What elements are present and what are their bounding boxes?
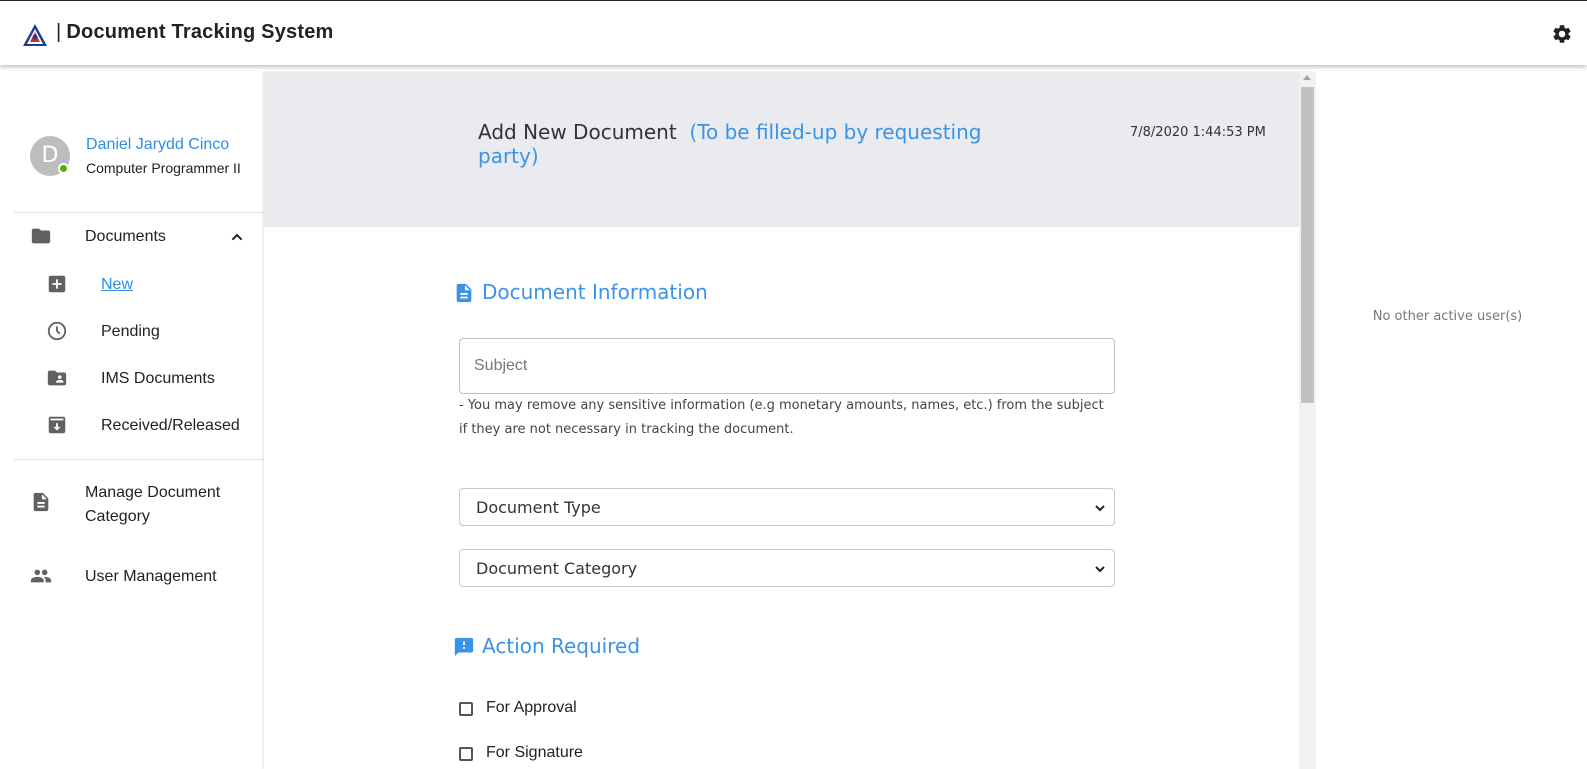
feedback-icon (454, 637, 474, 657)
add-box-icon (48, 275, 66, 293)
main-scrollbar[interactable] (1299, 72, 1316, 769)
page-title: Add New Document (To be filled-up by req… (478, 120, 1038, 168)
clock-icon (47, 321, 67, 341)
chevron-up-icon[interactable] (229, 229, 245, 245)
subject-input[interactable] (459, 338, 1115, 394)
sidebar-item-ims-documents[interactable]: IMS Documents (14, 356, 264, 400)
sidebar-item-manage-category[interactable]: Manage Document Category (14, 470, 264, 534)
document-category-value: Document Category (476, 559, 638, 578)
chevron-down-icon (1095, 505, 1105, 512)
page-header: Add New Document (To be filled-up by req… (264, 72, 1316, 227)
user-name[interactable]: Daniel Jarydd Cinco (86, 136, 229, 154)
folder-shared-icon (47, 370, 67, 386)
subject-hint: - You may remove any sensitive informati… (459, 398, 1104, 437)
sidebar-item-received-released[interactable]: Received/Released (14, 403, 264, 447)
sidebar-item-user-management[interactable]: User Management (14, 553, 264, 599)
sidebar-item-label: User Management (85, 568, 217, 585)
document-icon (33, 492, 49, 512)
top-app-bar: | Document Tracking System (0, 0, 1587, 65)
section-title-action-required: Action Required (482, 634, 641, 658)
user-role: Computer Programmer II (86, 160, 241, 176)
folder-icon (31, 228, 51, 244)
main-panel: Add New Document (To be filled-up by req… (264, 72, 1316, 769)
scroll-up-arrow-icon[interactable] (1303, 75, 1311, 80)
checkbox[interactable] (459, 702, 473, 716)
app-title-text: Document Tracking System (66, 21, 334, 43)
checkbox[interactable] (459, 747, 473, 761)
document-category-select[interactable]: Document Category (459, 549, 1115, 587)
sidebar-divider (14, 459, 264, 460)
online-status-dot (58, 163, 69, 174)
checkbox-label: For Approval (486, 699, 577, 716)
sidebar-item-label: Pending (101, 323, 160, 340)
scrollbar-thumb[interactable] (1301, 87, 1314, 403)
sidebar-item-label[interactable]: New (101, 276, 133, 294)
document-type-select[interactable]: Document Type (459, 488, 1115, 526)
title-separator: | (56, 21, 62, 43)
checkbox-label: For Signature (486, 744, 583, 761)
sidebar-item-documents[interactable]: Documents (14, 213, 264, 259)
sidebar-item-label: Received/Released (101, 417, 240, 434)
sidebar-item-label: IMS Documents (101, 370, 215, 387)
page-title-text: Add New Document (478, 120, 677, 144)
chevron-down-icon (1095, 566, 1105, 573)
no-active-users-message: No other active user(s) (1372, 309, 1523, 324)
gear-icon[interactable] (1551, 23, 1573, 45)
section-title-document-information: Document Information (482, 280, 708, 304)
sidebar: D Daniel Jarydd Cinco Computer Programme… (0, 65, 264, 769)
description-icon (456, 283, 472, 303)
sidebar-item-pending[interactable]: Pending (14, 309, 264, 353)
active-users-panel: No other active user(s) (1316, 65, 1587, 769)
app-title: | Document Tracking System (56, 21, 334, 44)
archive-icon (48, 416, 66, 434)
document-type-value: Document Type (476, 498, 601, 517)
people-icon (30, 569, 52, 583)
app-logo-icon (23, 24, 47, 46)
sidebar-item-new[interactable]: New (14, 262, 264, 306)
sidebar-item-label: Documents (85, 228, 166, 245)
timestamp: 7/8/2020 1:44:53 PM (1130, 125, 1266, 140)
sidebar-item-label: Manage Document Category (85, 484, 221, 525)
